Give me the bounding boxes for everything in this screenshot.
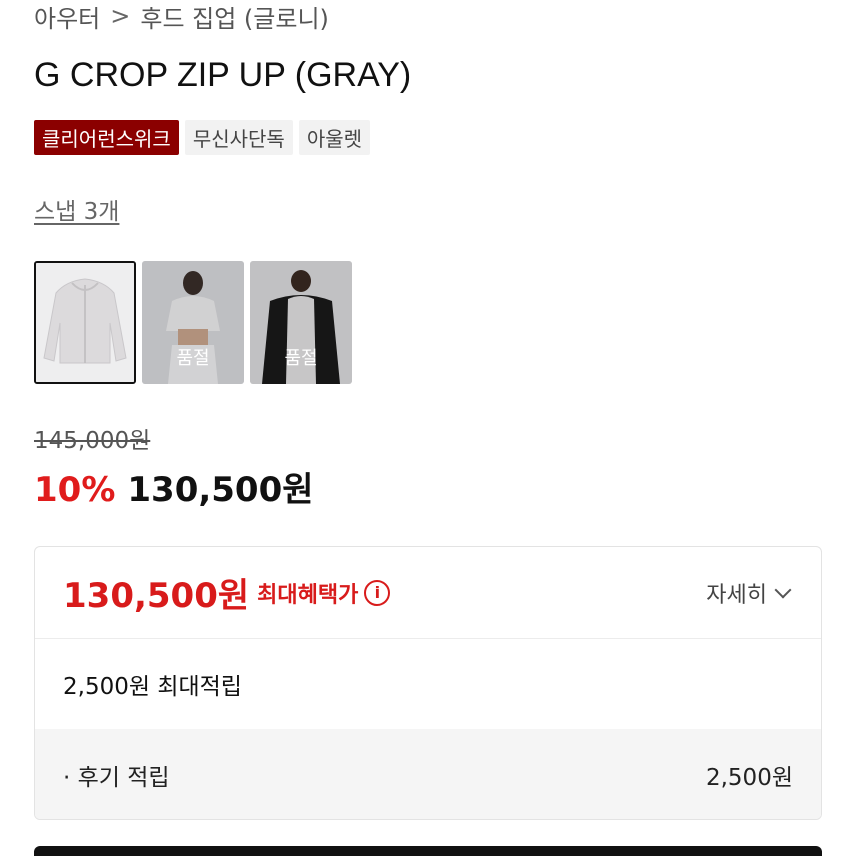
product-title: G CROP ZIP UP (GRAY)	[34, 56, 412, 94]
breadcrumb-item-hood-zipup[interactable]: 후드 집업 (글로니)	[140, 0, 329, 34]
breadcrumb-item-outer[interactable]: 아우터	[34, 0, 100, 34]
badge-musinsa-exclusive[interactable]: 무신사단독	[184, 120, 293, 155]
max-points-label: 2,500원 최대적립	[63, 674, 242, 700]
thumbnail-model-1[interactable]: 품절	[142, 261, 244, 384]
thumbnail-model-2[interactable]: 품절	[250, 261, 352, 384]
thumbnail-list: 품절 품절	[34, 261, 352, 384]
sale-price: 130,500원	[127, 470, 314, 510]
breadcrumb: 아우터 > 후드 집업 (글로니)	[34, 0, 329, 34]
max-benefit-label: 최대혜택가	[257, 582, 359, 608]
chevron-down-icon	[774, 581, 792, 598]
review-points-value: 2,500원	[705, 765, 793, 791]
max-points-row: 2,500원 최대적립	[35, 639, 821, 729]
review-points-label: · 후기 적립	[63, 765, 170, 791]
soldout-label: 품절	[176, 348, 210, 369]
gray-zipup-image	[36, 263, 134, 382]
benefit-header[interactable]: 130,500원 최대혜택가 i 자세히	[35, 547, 821, 639]
detail-label: 자세히	[706, 582, 767, 608]
badge-outlet[interactable]: 아울렛	[298, 120, 371, 155]
breadcrumb-separator: >	[110, 2, 131, 30]
max-benefit-price: 130,500원	[63, 576, 250, 616]
purchase-button-bar[interactable]	[34, 846, 822, 856]
review-points-row: · 후기 적립 2,500원	[35, 729, 821, 819]
benefit-box: 130,500원 최대혜택가 i 자세히 2,500원 최대적립 · 후기 적립…	[34, 546, 822, 820]
badge-list: 클리어런스위크 무신사단독 아울렛	[34, 120, 371, 155]
snap-link[interactable]: 스냅 3개	[34, 192, 119, 226]
detail-toggle[interactable]: 자세히	[706, 577, 793, 609]
sale-price-row: 10% 130,500원	[34, 462, 314, 511]
original-price: 145,000원	[34, 428, 151, 454]
thumbnail-product-flat[interactable]	[34, 261, 136, 384]
discount-rate: 10%	[34, 470, 116, 510]
badge-clearance-week[interactable]: 클리어런스위크	[34, 120, 179, 155]
soldout-label: 품절	[284, 348, 318, 369]
info-icon[interactable]: i	[364, 579, 391, 606]
